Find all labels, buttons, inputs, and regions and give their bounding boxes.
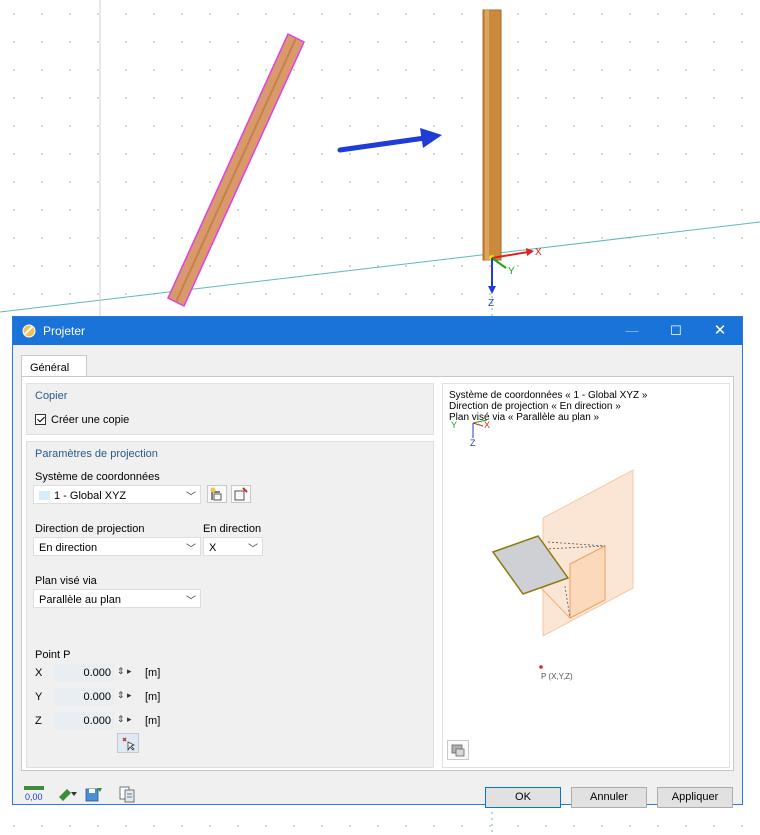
coord-y-spinner[interactable]: ⇕ ▸ <box>117 690 132 701</box>
coord-z-spinner[interactable]: ⇕ ▸ <box>117 714 132 725</box>
decimal-places-button[interactable]: 0,00 <box>23 785 45 805</box>
pick-point-icon <box>122 737 136 752</box>
projection-preview-graphic: Y X Z P (X,Y,Z) <box>451 419 634 681</box>
coord-x-input[interactable]: 0.000 <box>54 664 114 681</box>
decimal-places-icon: 0,00 <box>24 786 44 802</box>
edit-coordinate-system-icon <box>234 487 248 501</box>
point-p-label: Point P <box>35 649 71 661</box>
dialog-titlebar[interactable]: Projeter — ☐ ✕ <box>13 317 742 345</box>
save-settings-button[interactable] <box>83 785 105 805</box>
create-copy-label: Créer une copie <box>51 414 130 426</box>
maximize-button[interactable]: ☐ <box>654 317 698 345</box>
coord-y-unit: [m] <box>145 691 161 703</box>
target-plane-label: Plan visé via <box>35 575 97 587</box>
preview-axis-x: X <box>484 420 490 430</box>
minimize-button[interactable]: — <box>610 317 654 345</box>
load-settings-button[interactable] <box>57 785 79 805</box>
tab-general[interactable]: Général <box>21 355 87 376</box>
new-coord-system-button[interactable] <box>207 485 227 503</box>
preview-axis-y: Y <box>451 420 457 430</box>
direction-value: En direction <box>39 542 98 554</box>
decimal-icon-text: 0,00 <box>25 792 43 802</box>
new-coordinate-system-icon <box>210 487 222 501</box>
chevron-down-icon: ﹀ <box>186 596 196 607</box>
direction-label: Direction de projection <box>35 523 145 535</box>
axis-z-label: Z <box>488 298 494 309</box>
coord-system-color-swatch <box>39 491 50 500</box>
coord-z-input[interactable]: 0.000 <box>54 712 114 729</box>
coord-system-label: Système de coordonnées <box>35 471 160 483</box>
preview-options-button[interactable] <box>447 740 469 760</box>
vertical-member[interactable] <box>482 9 502 261</box>
load-settings-icon <box>59 789 77 801</box>
project-tool-icon <box>22 324 36 338</box>
chevron-down-icon: ﹀ <box>248 544 258 555</box>
coord-x-unit: [m] <box>145 667 161 679</box>
coord-x-spinner[interactable]: ⇕ ▸ <box>117 666 132 677</box>
edit-coord-system-button[interactable] <box>231 485 251 503</box>
table-copy-icon <box>119 786 135 803</box>
projection-section-title: Paramètres de projection <box>35 448 158 460</box>
chevron-down-icon: ﹀ <box>186 492 196 503</box>
axis-y-label: Y <box>508 266 515 277</box>
copy-section-title: Copier <box>35 390 68 402</box>
coord-y-input[interactable]: 0.000 <box>54 688 114 705</box>
target-plane-select[interactable]: Parallèle au plan ﹀ <box>33 589 201 608</box>
coord-z-unit: [m] <box>145 715 161 727</box>
axis-x-label: X <box>535 247 542 258</box>
direction-select[interactable]: En direction ﹀ <box>33 537 201 556</box>
save-settings-icon <box>85 788 102 802</box>
preview-panel: Système de coordonnées « 1 - Global XYZ … <box>442 383 730 768</box>
in-direction-select[interactable]: X ﹀ <box>203 537 263 556</box>
coord-y-label: Y <box>35 691 43 703</box>
pick-point-button[interactable] <box>117 733 139 753</box>
coord-system-select[interactable]: 1 - Global XYZ ﹀ <box>33 485 201 504</box>
apply-button[interactable]: Appliquer <box>657 787 733 808</box>
close-button[interactable]: ✕ <box>698 317 742 345</box>
coord-z-label: Z <box>35 715 42 727</box>
chevron-down-icon: ﹀ <box>186 544 196 555</box>
tab-panel-general: Copier Créer une copie Paramètres de pro… <box>21 376 734 771</box>
in-direction-value: X <box>209 542 217 554</box>
copy-section: Copier Créer une copie <box>26 383 434 435</box>
copy-settings-button[interactable] <box>117 785 139 805</box>
dialog-title: Projeter <box>43 324 86 338</box>
coord-x-label: X <box>35 667 43 679</box>
create-copy-checkbox[interactable] <box>35 414 46 425</box>
coord-system-value: 1 - Global XYZ <box>54 490 127 502</box>
cancel-button[interactable]: Annuler <box>571 787 647 808</box>
in-direction-label: En direction <box>203 523 262 535</box>
preview-point-label: P (X,Y,Z) <box>541 672 573 681</box>
preview-axis-z: Z <box>470 438 476 448</box>
projection-parameters-section: Paramètres de projection Système de coor… <box>26 441 434 768</box>
target-plane-value: Parallèle au plan <box>39 594 121 606</box>
projeter-dialog: Projeter — ☐ ✕ Général Copier Créer une … <box>12 316 743 808</box>
display-options-icon <box>451 744 465 757</box>
dialog-footer: 0,00 OK Annuler Appliquer <box>13 777 742 808</box>
ok-button[interactable]: OK <box>485 787 561 808</box>
